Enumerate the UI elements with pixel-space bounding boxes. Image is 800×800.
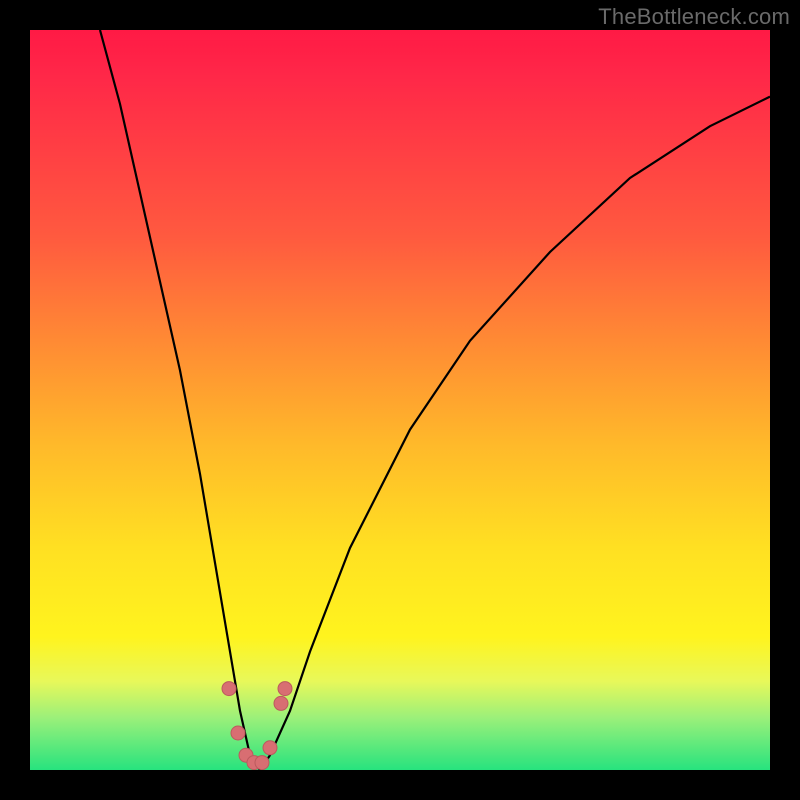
watermark-text: TheBottleneck.com (598, 4, 790, 30)
plot-area (30, 30, 770, 770)
trough-markers (222, 682, 292, 770)
trough-marker (255, 756, 269, 770)
trough-marker (278, 682, 292, 696)
bottleneck-curve (100, 30, 770, 770)
trough-marker (222, 682, 236, 696)
trough-marker (231, 726, 245, 740)
trough-marker (263, 741, 277, 755)
trough-marker (274, 696, 288, 710)
chart-frame: TheBottleneck.com (0, 0, 800, 800)
curve-layer (30, 30, 770, 770)
